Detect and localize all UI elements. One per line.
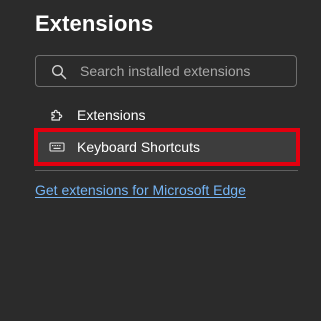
search-input[interactable]	[80, 56, 290, 86]
puzzle-piece-icon	[49, 107, 65, 123]
keyboard-icon	[49, 139, 65, 155]
get-extensions-link[interactable]: Get extensions for Microsoft Edge	[35, 182, 246, 198]
divider	[35, 170, 298, 171]
sidebar-item-keyboard-shortcuts[interactable]: Keyboard Shortcuts	[36, 131, 298, 163]
search-box[interactable]	[35, 55, 297, 87]
sidebar-item-label: Keyboard Shortcuts	[77, 139, 200, 155]
page-title: Extensions	[35, 11, 154, 36]
sidebar-item-extensions[interactable]: Extensions	[36, 99, 298, 131]
search-icon	[51, 64, 67, 80]
sidebar-item-label: Extensions	[77, 107, 146, 123]
